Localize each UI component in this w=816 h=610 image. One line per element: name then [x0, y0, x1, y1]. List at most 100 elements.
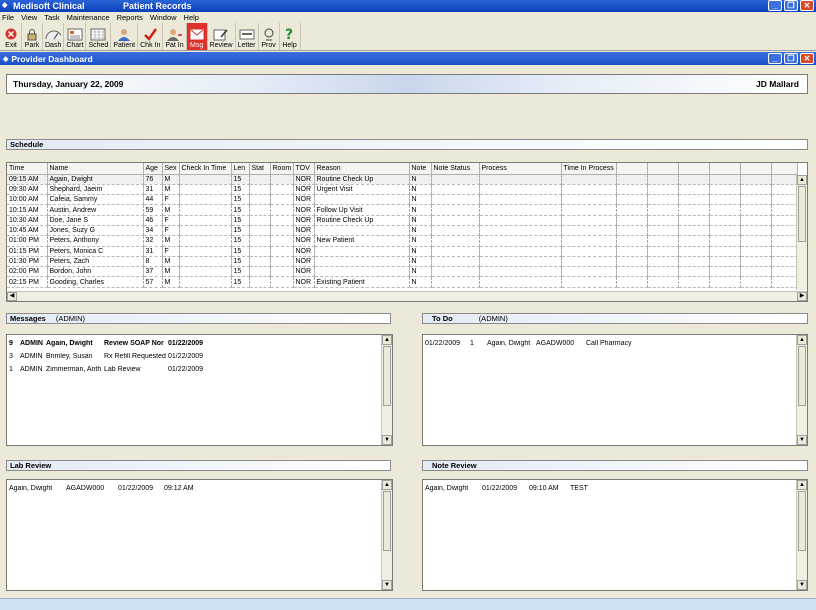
todo-scroll-down-icon[interactable]: ▼: [797, 435, 807, 445]
schedule-vertical-scrollbar[interactable]: ▲: [796, 175, 807, 290]
schedule-cell: [179, 246, 232, 257]
toolbar: Exit Park Dash Chart Sched Patient Chk I…: [0, 23, 816, 51]
todo-list[interactable]: 01/22/2009 1 Again, Dwight AGADW000 Call Pha…: [422, 334, 808, 446]
menu-view[interactable]: View: [21, 13, 37, 22]
messages-list[interactable]: 9 ADMIN Again, Dwight Review SOAP Nor 01/22/…: [6, 334, 393, 446]
schedule-scroll-thumb[interactable]: [798, 186, 806, 242]
schedule-cell: [771, 246, 798, 257]
schedule-column-header[interactable]: Reason: [314, 163, 410, 175]
schedule-column-header[interactable]: [647, 163, 679, 175]
schedule-row[interactable]: 09:15 AM Again, Dwight 76 M 15 NOR Routine Che…: [7, 174, 798, 185]
menu-maintenance[interactable]: Maintenance: [67, 13, 110, 22]
message-row[interactable]: 1 ADMIN Zimmerman, Anth Lab Review 01/22/200…: [7, 363, 392, 376]
lab-scroll-thumb[interactable]: [383, 491, 391, 551]
scroll-up-arrow-icon[interactable]: ▲: [797, 175, 807, 185]
todo-scrollbar[interactable]: ▲ ▼: [796, 335, 807, 445]
menu-reports[interactable]: Reports: [117, 13, 143, 22]
todo-row[interactable]: 01/22/2009 1 Again, Dwight AGADW000 Call Pha…: [423, 337, 807, 350]
check-in-button[interactable]: Chk In: [138, 23, 164, 50]
lab-scroll-up-icon[interactable]: ▲: [382, 480, 392, 490]
schedule-column-header[interactable]: [709, 163, 741, 175]
menu-window[interactable]: Window: [150, 13, 177, 22]
exit-button[interactable]: Exit: [1, 23, 22, 50]
note-review-row[interactable]: Again, Dwight 01/22/2009 09:10 AM TEST: [423, 482, 807, 495]
schedule-cell: [249, 246, 271, 257]
menu-help[interactable]: Help: [184, 13, 199, 22]
schedule-row[interactable]: 10:45 AM Jones, Suzy G 34 F 15 NOR N: [7, 225, 798, 237]
schedule-column-header[interactable]: [616, 163, 648, 175]
messages-scrollbar[interactable]: ▲ ▼: [381, 335, 392, 445]
child-restore-button[interactable]: ❐: [784, 53, 798, 64]
note-review-scrollbar[interactable]: ▲ ▼: [796, 480, 807, 590]
note-scroll-up-icon[interactable]: ▲: [797, 480, 807, 490]
minimize-button[interactable]: _: [768, 0, 782, 11]
schedule-row[interactable]: 10:00 AM Cafeia, Sammy 44 F 15 NOR N: [7, 194, 798, 206]
dash-button[interactable]: Dash: [43, 23, 65, 50]
patient-in-icon: [166, 27, 183, 41]
msg-button[interactable]: Msg: [186, 23, 208, 50]
schedule-column-header[interactable]: Len: [231, 163, 250, 175]
schedule-column-header[interactable]: TOV: [293, 163, 315, 175]
messages-scroll-up-icon[interactable]: ▲: [382, 335, 392, 345]
schedule-row[interactable]: 01:15 PM Peters, Monica C 31 F 15 NOR N: [7, 246, 798, 257]
schedule-cell: [179, 235, 232, 247]
note-review-list[interactable]: Again, Dwight 01/22/2009 09:10 AM TEST ▲ ▼: [422, 479, 808, 591]
messages-scroll-down-icon[interactable]: ▼: [382, 435, 392, 445]
child-close-button[interactable]: ✕: [800, 53, 814, 64]
schedule-cell: [740, 246, 772, 257]
prov-button[interactable]: Prov: [259, 23, 280, 50]
restore-button[interactable]: ❐: [784, 0, 798, 11]
note-scroll-down-icon[interactable]: ▼: [797, 580, 807, 590]
message-row[interactable]: 3 ADMIN Brimley, Susan Rx Refill Requested 0…: [7, 350, 392, 363]
schedule-cell: NOR: [293, 225, 315, 237]
schedule-column-header[interactable]: Process: [479, 163, 562, 175]
review-button[interactable]: Review: [208, 23, 236, 50]
messages-scroll-thumb[interactable]: [383, 346, 391, 406]
schedule-column-header[interactable]: [678, 163, 710, 175]
schedule-column-header[interactable]: Room: [270, 163, 294, 175]
schedule-column-header[interactable]: Name: [47, 163, 144, 175]
schedule-row[interactable]: 02:00 PM Bordon, John 37 M 15 NOR N: [7, 266, 798, 278]
schedule-column-header[interactable]: Check In Time: [179, 163, 232, 175]
scroll-right-arrow-icon[interactable]: ▶: [797, 292, 807, 301]
sched-button[interactable]: Sched: [86, 23, 112, 50]
schedule-grid[interactable]: Time Name Age Sex Check In Time Len Stat Room TO…: [6, 162, 808, 302]
schedule-cell: [709, 174, 741, 185]
scroll-left-arrow-icon[interactable]: ◀: [7, 292, 17, 301]
schedule-column-header[interactable]: Stat: [249, 163, 271, 175]
schedule-row[interactable]: 01:30 PM Peters, Zach 8 M 15 NOR N: [7, 256, 798, 268]
menu-file[interactable]: File: [2, 13, 14, 22]
close-button[interactable]: ✕: [800, 0, 814, 11]
schedule-row[interactable]: 10:15 AM Austin, Andrew 59 M 15 NOR Follow Up …: [7, 204, 798, 216]
child-minimize-button[interactable]: _: [768, 53, 782, 64]
lab-review-row[interactable]: Again, Dwight AGADW000 01/22/2009 09:12 AM: [7, 482, 392, 495]
note-scroll-thumb[interactable]: [798, 491, 806, 551]
message-row[interactable]: 9 ADMIN Again, Dwight Review SOAP Nor 01/22/…: [7, 337, 392, 350]
schedule-row[interactable]: 02:15 PM Gooding, Charles 57 M 15 NOR Existing…: [7, 276, 798, 288]
menu-task[interactable]: Task: [44, 13, 59, 22]
schedule-column-header[interactable]: Time In Process: [561, 163, 617, 175]
schedule-horizontal-scrollbar[interactable]: ◀ ▶: [7, 291, 807, 301]
help-button[interactable]: ? Help: [280, 23, 301, 50]
park-button[interactable]: Park: [22, 23, 43, 50]
todo-scroll-thumb[interactable]: [798, 346, 806, 406]
schedule-column-header[interactable]: Age: [143, 163, 163, 175]
schedule-column-header[interactable]: Note: [409, 163, 432, 175]
schedule-column-header[interactable]: [740, 163, 772, 175]
schedule-column-header[interactable]: Time: [7, 163, 48, 175]
schedule-cell: [431, 235, 480, 247]
lab-scroll-down-icon[interactable]: ▼: [382, 580, 392, 590]
pat-in-button[interactable]: Pat In: [163, 23, 187, 50]
schedule-column-header[interactable]: [771, 163, 798, 175]
lab-review-list[interactable]: Again, Dwight AGADW000 01/22/2009 09:12 AM …: [6, 479, 393, 591]
schedule-column-header[interactable]: Note Status: [431, 163, 480, 175]
schedule-row[interactable]: 09:30 AM Shephard, Jaeim 31 M 15 NOR Urgent Vi…: [7, 184, 798, 196]
lab-review-scrollbar[interactable]: ▲ ▼: [381, 480, 392, 590]
chart-button[interactable]: Chart: [64, 23, 87, 50]
patient-button[interactable]: Patient: [111, 23, 139, 50]
todo-scroll-up-icon[interactable]: ▲: [797, 335, 807, 345]
schedule-row[interactable]: 10:30 AM Doe, Jane S 46 F 15 NOR Routine Check…: [7, 215, 798, 226]
schedule-column-header[interactable]: Sex: [162, 163, 180, 175]
schedule-row[interactable]: 01:00 PM Peters, Anthony 32 M 15 NOR New Patie…: [7, 235, 798, 247]
letter-button[interactable]: Letter: [236, 23, 259, 50]
